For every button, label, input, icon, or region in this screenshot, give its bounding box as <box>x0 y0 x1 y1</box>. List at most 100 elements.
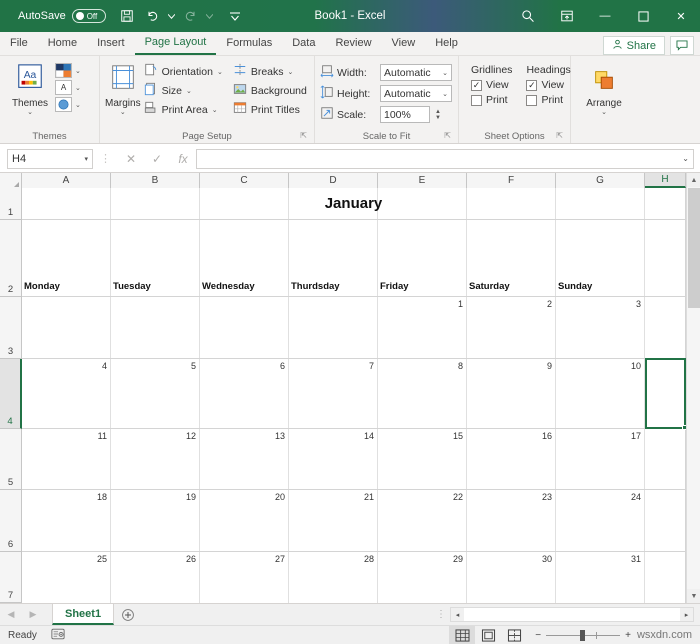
comment-icon[interactable] <box>670 36 694 55</box>
tab-home[interactable]: Home <box>38 32 87 55</box>
column-header-h[interactable]: H <box>645 173 686 188</box>
add-sheet-plus-icon[interactable] <box>114 604 142 626</box>
scale-percent-input[interactable]: 100% <box>380 106 430 123</box>
calendar-title[interactable]: January <box>22 188 685 219</box>
scale-height-dropdown[interactable]: Automatic ⌄ <box>380 85 452 102</box>
date-cell[interactable]: 31 <box>556 554 641 564</box>
tab-page-layout[interactable]: Page Layout <box>134 32 217 55</box>
background-button[interactable]: Background <box>230 81 310 100</box>
column-header-b[interactable]: B <box>111 173 200 188</box>
date-cell[interactable]: 28 <box>289 554 374 564</box>
normal-view-icon[interactable] <box>449 625 476 644</box>
breaks-button[interactable]: Breaks ⌄ <box>230 62 310 81</box>
size-chevron-down-icon[interactable]: ⌄ <box>186 87 192 95</box>
column-header-d[interactable]: D <box>289 173 378 188</box>
active-cell-selection-h4[interactable] <box>645 358 686 429</box>
row-header-7[interactable]: 7 <box>0 552 22 603</box>
date-cell[interactable]: 11 <box>22 431 107 441</box>
date-cell[interactable]: 26 <box>111 554 196 564</box>
zoom-slider[interactable]: − + <box>535 629 631 641</box>
page-setup-dialog-launcher-icon[interactable]: ⇱ <box>300 129 307 142</box>
cancel-x-icon[interactable]: ✕ <box>118 152 144 166</box>
day-header-sunday[interactable]: Sunday <box>558 281 592 292</box>
date-cell[interactable]: 18 <box>22 492 107 502</box>
column-header-c[interactable]: C <box>200 173 289 188</box>
formula-bar-expand-chevron-icon[interactable]: ⌄ <box>682 154 689 163</box>
tab-review[interactable]: Review <box>325 32 381 55</box>
column-header-f[interactable]: F <box>467 173 556 188</box>
close-button[interactable]: ✕ <box>662 0 700 32</box>
date-cell[interactable]: 6 <box>200 361 285 371</box>
themes-chevron-down-icon[interactable]: ⌄ <box>27 109 33 116</box>
gridlines-view-checkbox[interactable]: ✓ View <box>471 79 509 91</box>
column-header-a[interactable]: A <box>22 173 111 188</box>
sheet-tab-sheet1[interactable]: Sheet1 <box>52 604 115 625</box>
stepper-down-icon[interactable]: ▼ <box>435 115 441 121</box>
save-icon[interactable] <box>114 4 140 28</box>
scroll-up-arrow-icon[interactable]: ▲ <box>687 173 700 187</box>
orientation-chevron-down-icon[interactable]: ⌄ <box>217 68 223 76</box>
date-cell[interactable]: 4 <box>22 361 107 371</box>
date-cell[interactable]: 24 <box>556 492 641 502</box>
customize-quick-access-icon[interactable] <box>222 4 248 28</box>
date-cell[interactable]: 13 <box>200 431 285 441</box>
margins-chevron-down-icon[interactable]: ⌄ <box>120 109 126 116</box>
accessibility-checker-icon[interactable] <box>51 628 65 643</box>
print-titles-button[interactable]: Print Titles <box>230 100 310 119</box>
row-header-1[interactable]: 1 <box>0 188 22 220</box>
scale-height-chevron-down-icon[interactable]: ⌄ <box>442 90 448 98</box>
themes-button[interactable]: Aa Themes ⌄ <box>5 61 55 116</box>
theme-colors-button[interactable]: ⌄ <box>55 63 81 78</box>
row-header-6[interactable]: 6 <box>0 490 22 552</box>
theme-effects-chevron-down-icon[interactable]: ⌄ <box>75 101 81 109</box>
theme-effects-button[interactable]: ⌄ <box>55 97 81 112</box>
theme-fonts-button[interactable]: A ⌄ <box>55 80 81 95</box>
date-cell[interactable]: 8 <box>378 361 463 371</box>
date-cell[interactable]: 10 <box>556 361 641 371</box>
horizontal-scrollbar-track[interactable] <box>464 608 680 621</box>
horizontal-scrollbar[interactable]: ◂ ▸ <box>450 607 694 622</box>
undo-chevron-down-icon[interactable] <box>166 4 178 28</box>
day-header-friday[interactable]: Friday <box>380 281 409 292</box>
headings-view-checkbox[interactable]: ✓ View <box>526 79 564 91</box>
date-cell[interactable]: 14 <box>289 431 374 441</box>
minimize-button[interactable]: — <box>586 0 624 32</box>
sheet-options-dialog-launcher-icon[interactable]: ⇱ <box>556 129 563 142</box>
headings-print-checkbox[interactable]: Print <box>526 94 563 106</box>
hscroll-right-arrow-icon[interactable]: ▸ <box>680 608 693 621</box>
scale-percent-stepper[interactable]: ▲ ▼ <box>435 109 441 121</box>
page-break-preview-icon[interactable] <box>501 626 527 644</box>
insert-function-fx-icon[interactable]: fx <box>170 152 196 166</box>
date-cell[interactable]: 23 <box>467 492 552 502</box>
row-header-2[interactable]: 2 <box>0 220 22 297</box>
tab-help[interactable]: Help <box>425 32 468 55</box>
zoom-in-button[interactable]: + <box>625 630 631 641</box>
day-header-tuesday[interactable]: Tuesday <box>113 281 151 292</box>
maximize-button[interactable] <box>624 0 662 32</box>
select-all-corner[interactable] <box>0 173 22 188</box>
breaks-chevron-down-icon[interactable]: ⌄ <box>288 68 294 76</box>
day-header-saturday[interactable]: Saturday <box>469 281 510 292</box>
date-cell[interactable]: 20 <box>200 492 285 502</box>
date-cell[interactable]: 17 <box>556 431 641 441</box>
date-cell[interactable]: 19 <box>111 492 196 502</box>
date-cell[interactable]: 25 <box>22 554 107 564</box>
date-cell[interactable]: 29 <box>378 554 463 564</box>
gridlines-print-checkbox[interactable]: Print <box>471 94 508 106</box>
date-cell[interactable]: 9 <box>467 361 552 371</box>
print-area-chevron-down-icon[interactable]: ⌄ <box>212 106 218 114</box>
scale-width-dropdown[interactable]: Automatic ⌄ <box>380 64 452 81</box>
theme-colors-chevron-down-icon[interactable]: ⌄ <box>75 67 81 75</box>
zoom-slider-track[interactable] <box>546 629 621 641</box>
date-cell[interactable]: 21 <box>289 492 374 502</box>
date-cell[interactable]: 5 <box>111 361 196 371</box>
row-header-4[interactable]: 4 <box>0 359 22 429</box>
share-button[interactable]: Share <box>602 36 665 55</box>
date-cell[interactable]: 2 <box>467 299 552 309</box>
prev-sheet-arrow-icon[interactable]: ◀ <box>0 604 22 626</box>
autosave-toggle[interactable]: Off <box>71 9 106 23</box>
tab-data[interactable]: Data <box>282 32 325 55</box>
hscroll-left-arrow-icon[interactable]: ◂ <box>451 608 464 621</box>
date-cell[interactable]: 3 <box>556 299 641 309</box>
search-icon[interactable] <box>508 9 548 23</box>
